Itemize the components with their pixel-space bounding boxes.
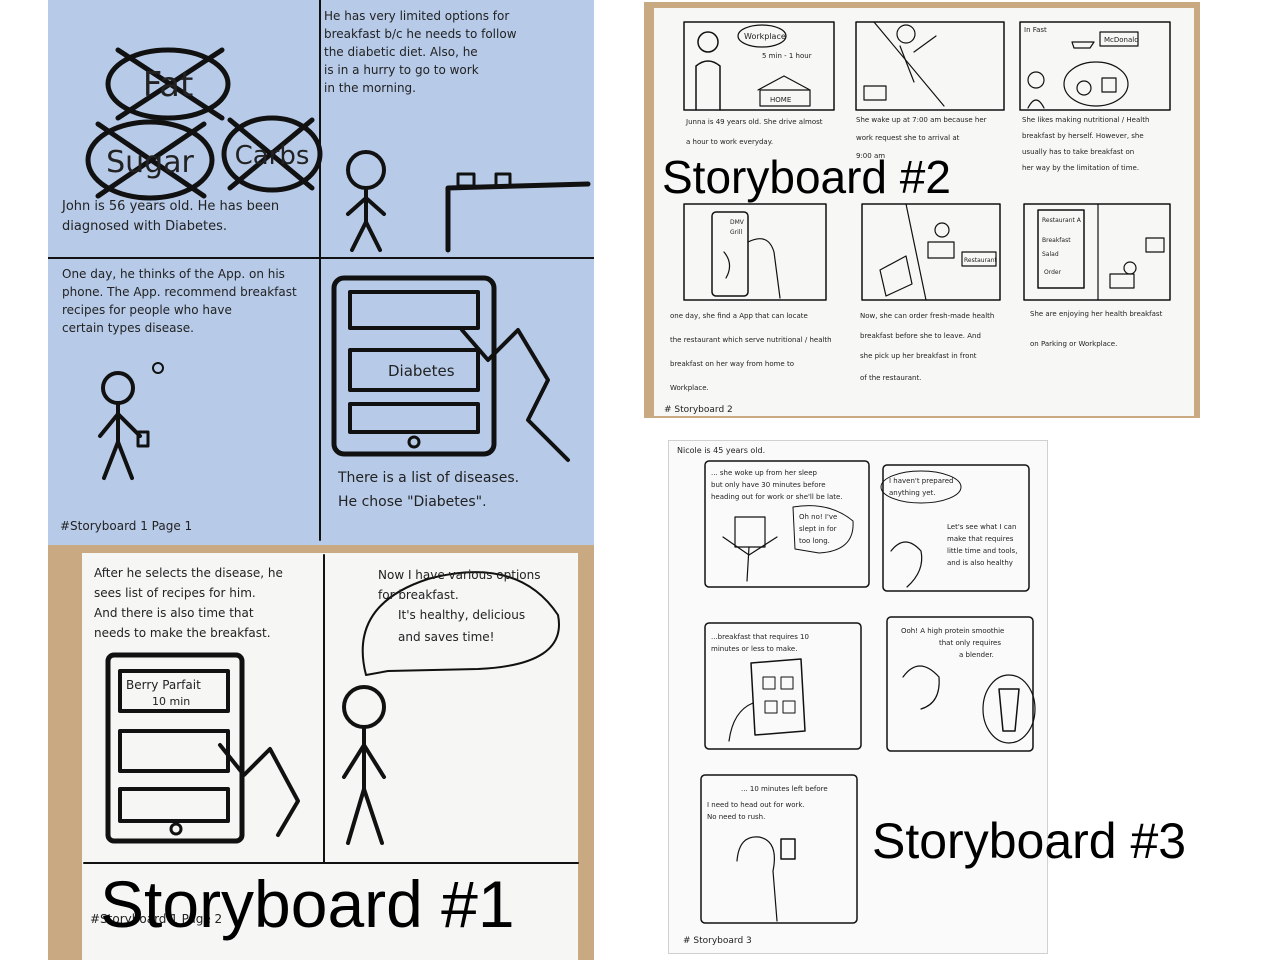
panel-4-speech: Ooh! A high protein smoothie that only r… xyxy=(901,627,1007,659)
storyboard-2-photo: Workplace 5 min - 1 hour HOME In Fast Mc… xyxy=(644,2,1200,418)
restaurant-sign-label: Restaurant xyxy=(964,257,997,264)
panel-5-speech: I need to head out for work. No need to … xyxy=(707,801,807,821)
speech-bubble xyxy=(880,470,962,504)
fat-crossed-out: Fat xyxy=(105,47,231,121)
woman-drinking xyxy=(736,836,778,922)
panel-3 xyxy=(704,622,862,750)
woman-excited xyxy=(902,665,940,710)
woman-thinking xyxy=(890,541,923,588)
recipe-name: Berry Parfait xyxy=(126,678,201,692)
smoothie-cup xyxy=(780,838,796,860)
diabetes-option: Diabetes xyxy=(388,362,455,380)
panel-2-speech-1: I haven't prepared anything yet. xyxy=(889,477,956,497)
panel-4-caption: There is a list of diseases. He chose "D… xyxy=(337,470,524,510)
workplace-label: Workplace xyxy=(744,32,786,41)
page-footer: # Storyboard 2 xyxy=(664,405,733,415)
panel-1 xyxy=(704,460,870,588)
thought-bubble xyxy=(982,674,1036,744)
woman-arms-raised xyxy=(722,536,778,582)
commute-time: 5 min - 1 hour xyxy=(762,52,812,60)
restaurant-sign-label: McDonald xyxy=(1104,36,1139,44)
phone-item-1: DMV xyxy=(730,219,745,226)
storyboard-1-page-1-photo: Fat Sugar Carbs John is 56 years old. He… xyxy=(48,0,594,545)
word-fat: Fat xyxy=(143,65,194,105)
storyboard-2-drawing: Workplace 5 min - 1 hour HOME In Fast Mc… xyxy=(654,8,1194,416)
storyboard-1-page-1-drawing: Fat Sugar Carbs John is 56 years old. He… xyxy=(48,0,594,541)
phone-item-2: Grill xyxy=(730,229,742,236)
storyboard-3-photo: Nicole is 45 years old. ... she woke up … xyxy=(668,440,1048,954)
panel-1-narration: ... she woke up from her sleep but only … xyxy=(711,469,843,501)
storyboard-3-header: Nicole is 45 years old. xyxy=(677,446,765,455)
recipe-tile xyxy=(782,700,796,714)
storyboard-3-label: Storyboard #3 xyxy=(872,813,1187,869)
panel-2-speech-2: Let's see what I can make that requires … xyxy=(947,523,1020,567)
panel-5 xyxy=(700,774,858,924)
storyboard-3-drawing: Nicole is 45 years old. ... she woke up … xyxy=(677,446,1036,946)
woman-face xyxy=(734,516,766,548)
in-fast-label: In Fast xyxy=(1024,26,1047,34)
sugar-crossed-out: Sugar xyxy=(85,119,215,201)
tablet-disease-list: Diabetes xyxy=(331,275,497,457)
panel-1-caption: John is 56 years old. He has been diagno… xyxy=(61,199,283,234)
word-sugar: Sugar xyxy=(106,145,194,180)
recipe-tile xyxy=(764,700,778,714)
recipe-tile xyxy=(780,676,794,690)
kitchen-counter xyxy=(445,172,591,253)
panel-3-caption: One day, he thinks of the App. on his ph… xyxy=(62,267,301,335)
recipe-tile xyxy=(762,676,776,690)
word-carbs: Carbs xyxy=(235,141,310,171)
hand-holding-phone xyxy=(728,702,754,742)
storyboard-1-label: Storyboard #1 xyxy=(100,867,515,941)
page-footer: #Storyboard 1 Page 1 xyxy=(60,519,192,533)
blender-icon xyxy=(998,688,1020,732)
stick-figure-sad xyxy=(346,150,386,252)
panel-3-narration: ...breakfast that requires 10 minutes or… xyxy=(711,633,811,653)
storyboard-2-label: Storyboard #2 xyxy=(662,151,951,203)
panel-1-speech: Oh no! I've slept in for too long. xyxy=(799,513,840,545)
page-footer: # Storyboard 3 xyxy=(683,936,752,946)
recipe-time: 10 min xyxy=(152,695,190,708)
panel-5-narration: ... 10 minutes left before xyxy=(741,785,828,793)
hand-pointing xyxy=(460,328,570,462)
panel-2-caption: He has very limited options for breakfas… xyxy=(324,9,520,95)
stick-figure-with-phone xyxy=(98,362,164,480)
phone-with-recipes xyxy=(750,658,806,736)
home-label: HOME xyxy=(770,96,791,104)
carbs-crossed-out: Carbs xyxy=(221,115,323,193)
